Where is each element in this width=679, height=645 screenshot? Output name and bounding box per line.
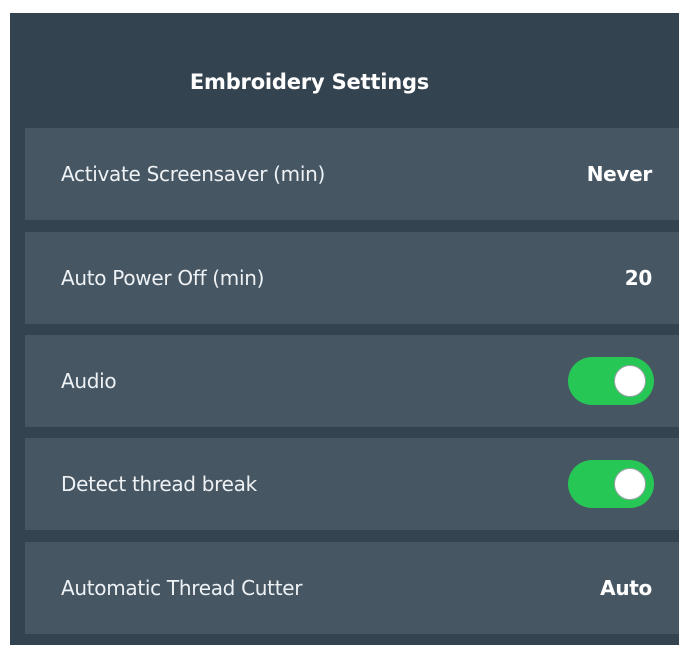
setting-row-screensaver[interactable]: Activate Screensaver (min) Never [25,128,679,220]
setting-row-detect-thread-break[interactable]: Detect thread break [25,438,679,530]
toggle-knob [614,365,646,397]
detect-thread-break-toggle[interactable] [568,460,654,508]
settings-header: Embroidery Settings [10,13,679,128]
embroidery-settings-panel: Embroidery Settings Activate Screensaver… [10,13,679,645]
setting-label: Audio [61,369,117,393]
setting-label: Detect thread break [61,472,257,496]
toggle-knob [614,468,646,500]
setting-value[interactable]: 20 [625,266,653,290]
audio-toggle[interactable] [568,357,654,405]
setting-row-audio[interactable]: Audio [25,335,679,427]
setting-label: Activate Screensaver (min) [61,162,325,186]
setting-label: Automatic Thread Cutter [61,576,303,600]
setting-value[interactable]: Never [587,162,653,186]
page-title: Embroidery Settings [189,69,430,94]
setting-label: Auto Power Off (min) [61,266,265,290]
setting-row-thread-cutter[interactable]: Automatic Thread Cutter Auto [25,542,679,634]
setting-value[interactable]: Auto [600,576,652,600]
setting-row-auto-power-off[interactable]: Auto Power Off (min) 20 [25,232,679,324]
